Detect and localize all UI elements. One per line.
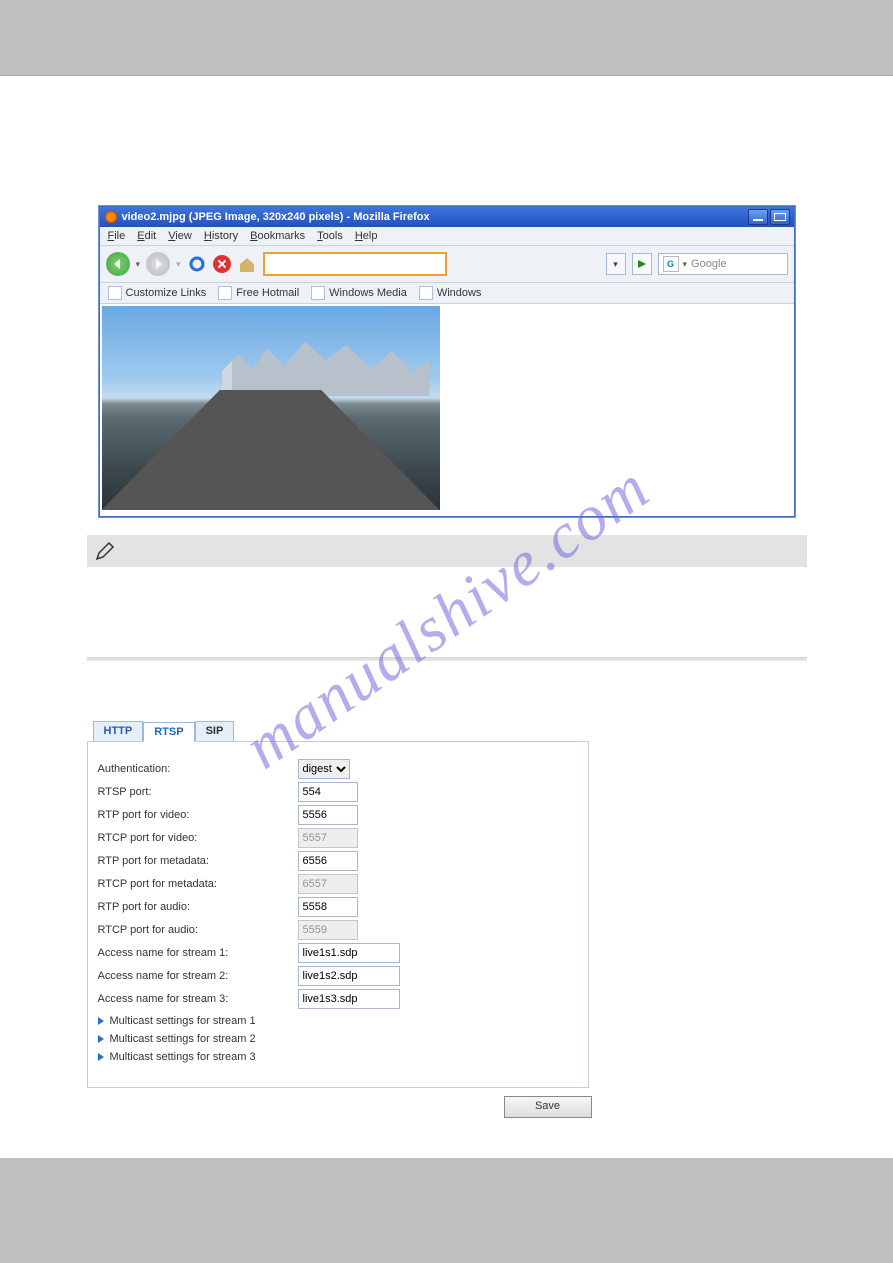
section-divider <box>87 657 807 661</box>
multicast-stream3-toggle[interactable]: Multicast settings for stream 3 <box>98 1051 578 1063</box>
rtsp-port-label: RTSP port: <box>98 786 298 798</box>
menu-edit[interactable]: Edit <box>137 230 156 242</box>
back-dropdown-icon[interactable]: ▾ <box>136 259 141 270</box>
reload-button[interactable] <box>187 254 207 274</box>
access3-label: Access name for stream 3: <box>98 993 298 1005</box>
multicast-stream2-toggle[interactable]: Multicast settings for stream 2 <box>98 1033 578 1045</box>
toolbar: ▾ ▾ ▾ G <box>100 246 794 283</box>
address-input[interactable] <box>263 252 447 276</box>
minimize-button[interactable] <box>748 209 768 225</box>
maximize-button[interactable] <box>770 209 790 225</box>
bookmarks-bar: Customize Links Free Hotmail Windows Med… <box>100 283 794 304</box>
pencil-icon <box>95 541 115 561</box>
rtp-video-label: RTP port for video: <box>98 809 298 821</box>
google-icon: G <box>663 256 679 272</box>
rtsp-port-input[interactable] <box>298 782 358 802</box>
browser-window: video2.mjpg (JPEG Image, 320x240 pixels)… <box>99 206 795 517</box>
bookmark-hotmail[interactable]: Free Hotmail <box>218 286 299 300</box>
multicast-stream1-toggle[interactable]: Multicast settings for stream 1 <box>98 1015 578 1027</box>
camera-preview-image <box>102 306 440 510</box>
bookmark-winmedia[interactable]: Windows Media <box>311 286 407 300</box>
chevron-right-icon <box>98 1035 104 1043</box>
rtp-video-input[interactable] <box>298 805 358 825</box>
rtcp-audio-label: RTCP port for audio: <box>98 924 298 936</box>
rtcp-video-input <box>298 828 358 848</box>
rtp-audio-input[interactable] <box>298 897 358 917</box>
menu-help[interactable]: Help <box>355 230 378 242</box>
tab-http[interactable]: HTTP <box>93 721 144 741</box>
note-strip <box>87 535 807 567</box>
tab-rtsp[interactable]: RTSP <box>143 722 194 742</box>
bookmark-windows[interactable]: Windows <box>419 286 482 300</box>
tab-sip[interactable]: SIP <box>195 721 235 741</box>
rtp-meta-label: RTP port for metadata: <box>98 855 298 867</box>
rtp-audio-label: RTP port for audio: <box>98 901 298 913</box>
menu-history[interactable]: History <box>204 230 238 242</box>
access1-label: Access name for stream 1: <box>98 947 298 959</box>
address-dropdown[interactable]: ▾ <box>606 253 626 275</box>
rtcp-meta-label: RTCP port for metadata: <box>98 878 298 890</box>
rtsp-settings-panel: Authentication: digest RTSP port: RTP po… <box>87 741 589 1088</box>
search-box[interactable]: G ▾ Google <box>658 253 788 275</box>
forward-dropdown-icon[interactable]: ▾ <box>176 259 181 270</box>
menu-file[interactable]: File <box>108 230 126 242</box>
go-button[interactable] <box>632 253 652 275</box>
access2-input[interactable] <box>298 966 400 986</box>
menu-tools[interactable]: Tools <box>317 230 343 242</box>
rtcp-meta-input <box>298 874 358 894</box>
firefox-icon <box>104 210 118 224</box>
rtcp-audio-input <box>298 920 358 940</box>
window-title: video2.mjpg (JPEG Image, 320x240 pixels)… <box>122 211 430 223</box>
chevron-right-icon <box>98 1017 104 1025</box>
menu-bookmarks[interactable]: Bookmarks <box>250 230 305 242</box>
access2-label: Access name for stream 2: <box>98 970 298 982</box>
forward-button[interactable] <box>146 252 170 276</box>
window-title-bar: video2.mjpg (JPEG Image, 320x240 pixels)… <box>100 207 794 227</box>
access3-input[interactable] <box>298 989 400 1009</box>
menu-bar: File Edit View History Bookmarks Tools H… <box>100 227 794 246</box>
back-button[interactable] <box>106 252 130 276</box>
save-button[interactable]: Save <box>504 1096 592 1118</box>
protocol-tabs: HTTP RTSP SIP <box>93 721 807 741</box>
search-placeholder: Google <box>691 258 726 270</box>
rtp-meta-input[interactable] <box>298 851 358 871</box>
auth-select[interactable]: digest <box>298 759 350 779</box>
rtcp-video-label: RTCP port for video: <box>98 832 298 844</box>
chevron-right-icon <box>98 1053 104 1061</box>
auth-label: Authentication: <box>98 763 298 775</box>
menu-view[interactable]: View <box>168 230 192 242</box>
stop-button[interactable] <box>213 255 231 273</box>
home-button[interactable] <box>237 254 257 274</box>
bookmark-customize[interactable]: Customize Links <box>108 286 207 300</box>
access1-input[interactable] <box>298 943 400 963</box>
